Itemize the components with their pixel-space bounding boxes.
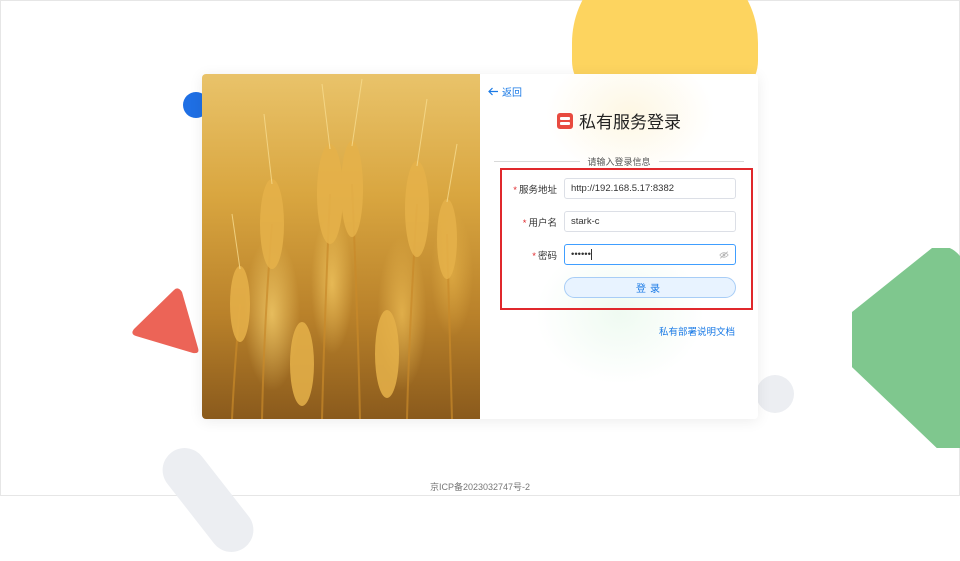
login-card: 返回 私有服务登录 请输入登录信息 * 服务地址 http://192.168.5… (202, 74, 758, 419)
wheat-illustration (230, 78, 458, 419)
icp-footer[interactable]: 京ICP备2023032747号-2 (0, 480, 960, 493)
eye-off-icon[interactable] (719, 250, 729, 259)
wheat-field-image (202, 74, 480, 419)
password-input[interactable]: •••••• (564, 244, 736, 265)
back-link-label: 返回 (502, 88, 522, 99)
deployment-doc-link[interactable]: 私有部署说明文档 (659, 324, 735, 338)
page-title: 私有服务登录 (480, 108, 758, 133)
arrow-left-icon (488, 87, 498, 96)
password-row: * 密码 •••••• (504, 244, 736, 265)
decor-red-triangle (132, 288, 199, 354)
password-label: * 密码 (532, 250, 557, 262)
server-label: * 服务地址 (513, 184, 557, 196)
back-link[interactable]: 返回 (488, 84, 522, 99)
login-button[interactable]: 登录 (564, 277, 736, 298)
form-divider: 请输入登录信息 (494, 155, 745, 168)
server-logo-icon (557, 112, 573, 129)
decor-gray-dot (756, 375, 794, 413)
login-panel: 返回 私有服务登录 请输入登录信息 * 服务地址 http://192.168.5… (480, 74, 758, 419)
username-row: * 用户名 stark-c (504, 211, 736, 232)
username-label: * 用户名 (522, 217, 557, 229)
username-input[interactable]: stark-c (564, 211, 736, 232)
page-title-text: 私有服务登录 (579, 113, 681, 132)
decor-gray-bar (153, 439, 263, 561)
server-input[interactable]: http://192.168.5.17:8382 (564, 178, 736, 199)
divider-text: 请输入登录信息 (587, 157, 651, 167)
server-row: * 服务地址 http://192.168.5.17:8382 (504, 178, 736, 199)
decor-green-diamond (852, 248, 960, 448)
